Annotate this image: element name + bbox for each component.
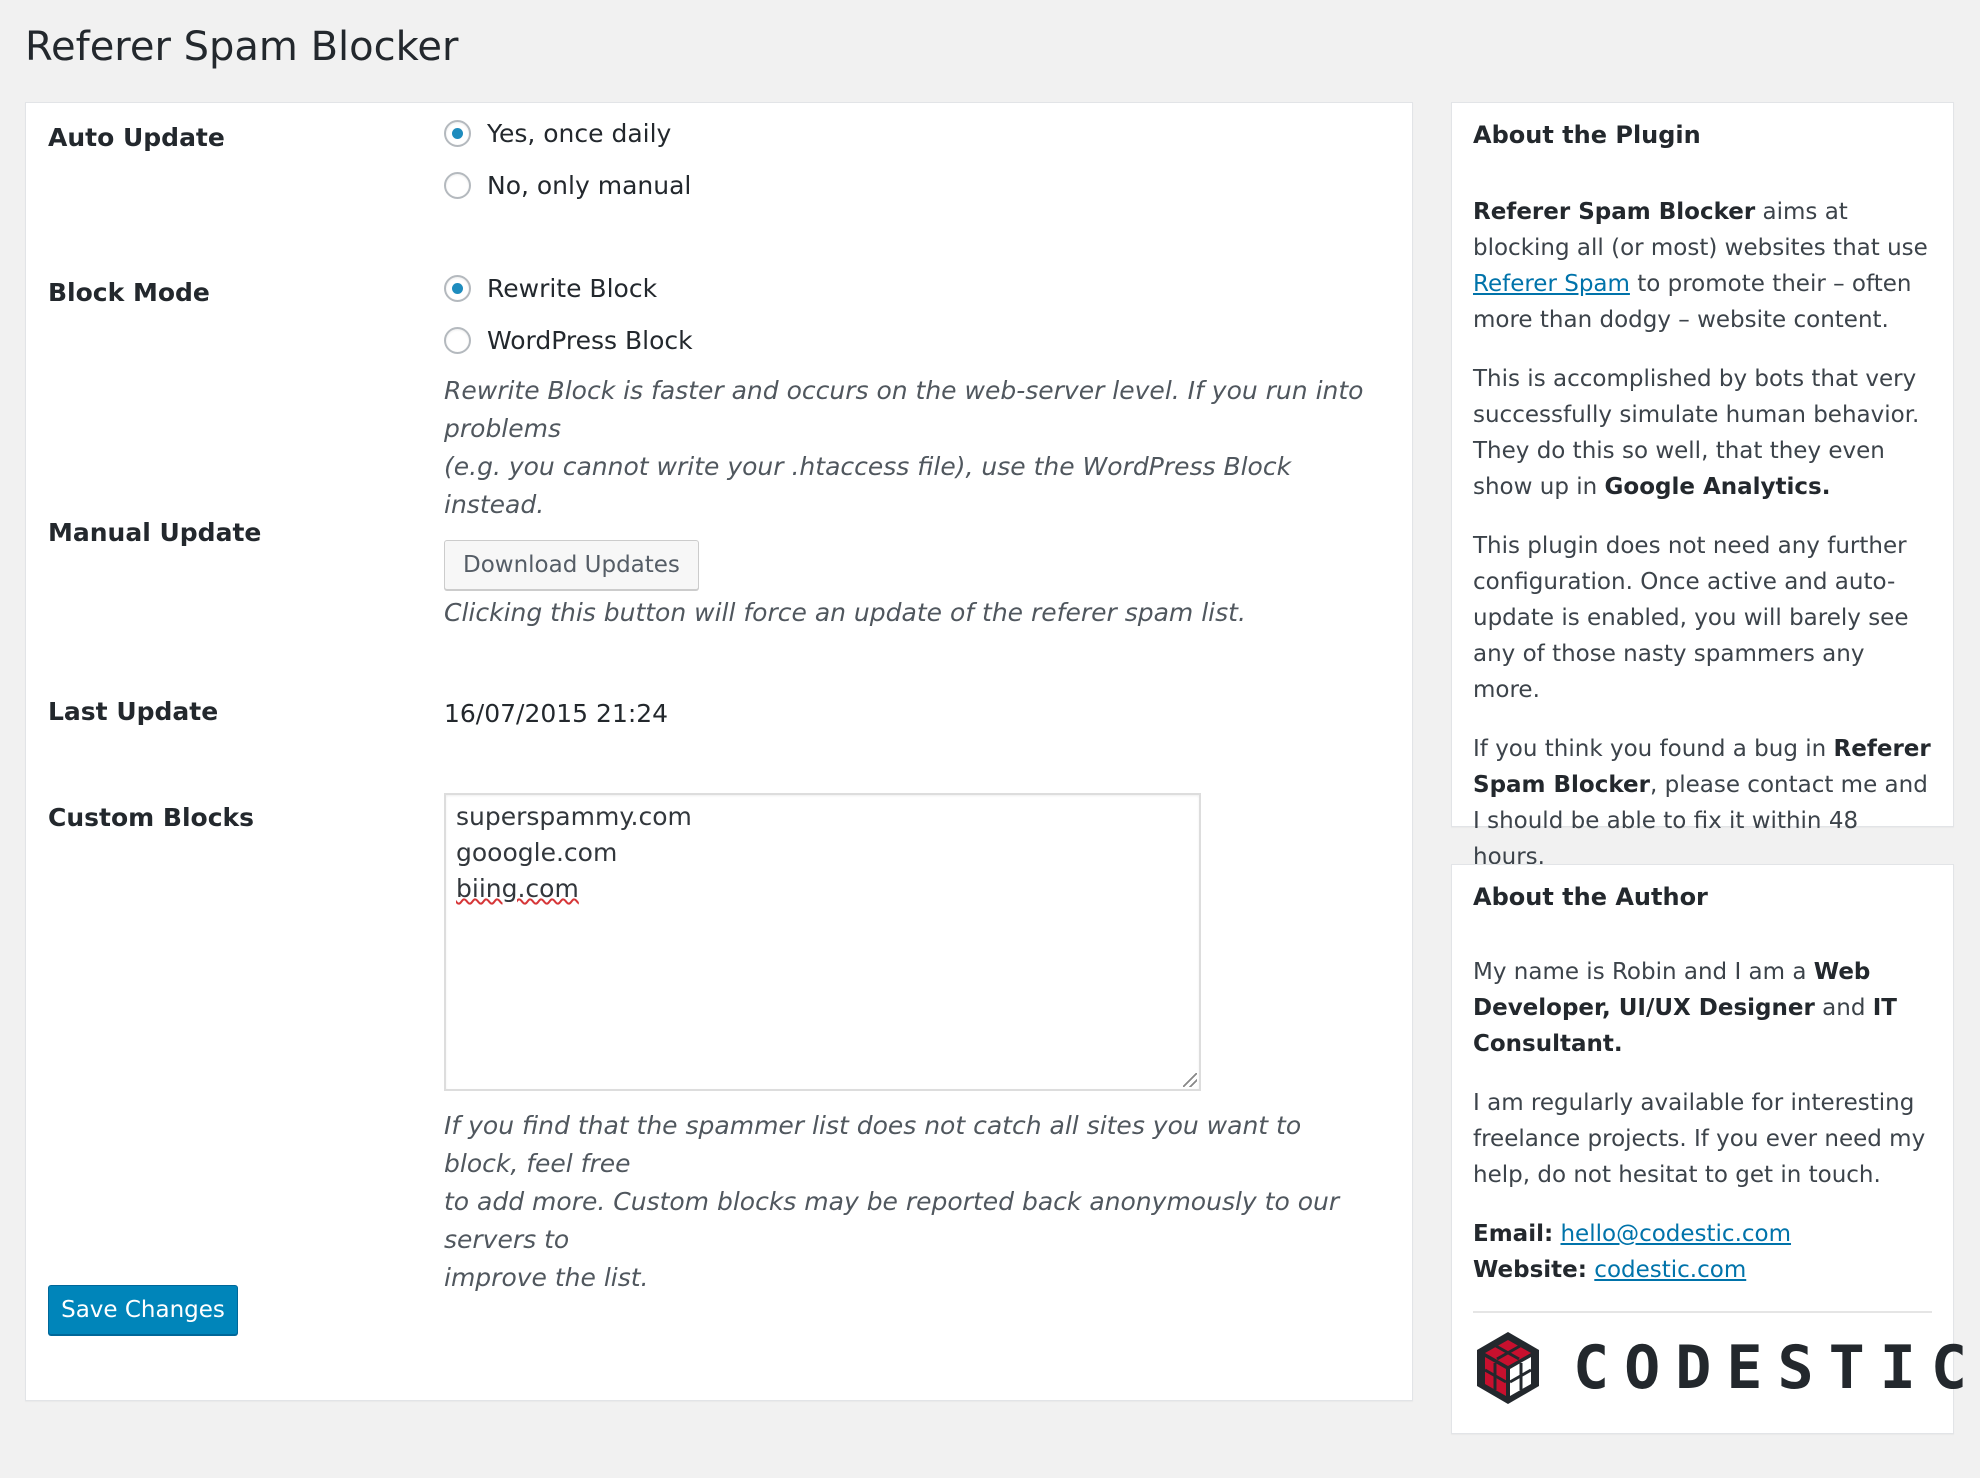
block-mode-radio-group: Rewrite Block WordPress Block Rewrite Bl… xyxy=(444,268,1372,524)
google-analytics-text: Google Analytics. xyxy=(1604,474,1831,500)
description-line: improve the list. xyxy=(444,1263,649,1292)
about-plugin-paragraph: If you think you found a bug in Referer … xyxy=(1473,731,1935,875)
website-label: Website: xyxy=(1473,1257,1587,1283)
about-author-paragraph: My name is Robin and I am a Web Develope… xyxy=(1473,954,1935,1062)
radio-label: Yes, once daily xyxy=(487,118,672,148)
divider xyxy=(1473,1311,1932,1313)
about-plugin-paragraph: This plugin does not need any further co… xyxy=(1473,533,1909,703)
about-plugin-box: About the Plugin Referer Spam Blocker ai… xyxy=(1451,102,1954,870)
custom-blocks-label: Custom Blocks xyxy=(48,803,255,832)
textarea-line: gooogle.com xyxy=(456,838,618,867)
download-updates-button[interactable]: Download Updates xyxy=(444,540,699,590)
text: My name is Robin and I am a xyxy=(1473,959,1814,985)
contact-info: Email: hello@codestic.com Website: codes… xyxy=(1473,1216,1935,1288)
radio-checked-icon[interactable] xyxy=(444,119,471,147)
email-link[interactable]: hello@codestic.com xyxy=(1560,1221,1791,1247)
save-changes-button[interactable]: Save Changes xyxy=(48,1285,238,1335)
manual-update-label: Manual Update xyxy=(48,518,262,547)
radio-unchecked-icon[interactable] xyxy=(444,171,471,199)
referer-spam-link[interactable]: Referer Spam xyxy=(1473,271,1630,297)
website-link[interactable]: codestic.com xyxy=(1594,1257,1746,1283)
plugin-name: Referer Spam Blocker xyxy=(1473,199,1756,225)
codestic-logo: CODESTIC xyxy=(1473,1330,1980,1406)
settings-panel: Auto Update Yes, once daily No, only man… xyxy=(25,102,1413,1401)
about-author-title: About the Author xyxy=(1473,883,1708,911)
auto-update-radio-group: Yes, once daily No, only manual xyxy=(444,113,1372,217)
textarea-line: superspammy.com xyxy=(456,802,692,831)
description-line: Rewrite Block is faster and occurs on th… xyxy=(444,376,1364,443)
about-plugin-body: Referer Spam Blocker aims at blocking al… xyxy=(1473,194,1935,898)
about-plugin-title: About the Plugin xyxy=(1473,121,1701,149)
radio-checked-icon[interactable] xyxy=(444,274,471,302)
manual-update-field: Download Updates Clicking this button wi… xyxy=(444,540,1372,632)
auto-update-option-daily[interactable]: Yes, once daily xyxy=(444,113,1372,153)
page-title: Referer Spam Blocker xyxy=(25,24,459,70)
about-author-body: My name is Robin and I am a Web Develope… xyxy=(1473,954,1935,1288)
description-line: (e.g. you cannot write your .htaccess fi… xyxy=(444,452,1292,519)
description-line: to add more. Custom blocks may be report… xyxy=(444,1187,1340,1254)
custom-blocks-field: superspammy.com gooogle.com biing.com If… xyxy=(444,793,1372,1297)
last-update-value: 16/07/2015 21:24 xyxy=(444,699,669,728)
resize-grip-icon[interactable] xyxy=(1183,1073,1197,1087)
text: If you think you found a bug in xyxy=(1473,736,1834,762)
block-mode-option-rewrite[interactable]: Rewrite Block xyxy=(444,268,1372,308)
radio-label: WordPress Block xyxy=(487,325,693,355)
block-mode-description: Rewrite Block is faster and occurs on th… xyxy=(444,372,1372,524)
radio-label: No, only manual xyxy=(487,170,692,200)
custom-blocks-textarea[interactable]: superspammy.com gooogle.com biing.com xyxy=(444,793,1201,1091)
about-plugin-paragraph: Referer Spam Blocker aims at blocking al… xyxy=(1473,194,1935,338)
block-mode-option-wordpress[interactable]: WordPress Block xyxy=(444,320,1372,360)
last-update-label: Last Update xyxy=(48,697,219,726)
auto-update-label: Auto Update xyxy=(48,123,225,152)
about-plugin-paragraph: This is accomplished by bots that very s… xyxy=(1473,361,1935,505)
about-author-box: About the Author My name is Robin and I … xyxy=(1451,864,1967,1434)
block-mode-label: Block Mode xyxy=(48,278,210,307)
manual-update-description: Clicking this button will force an updat… xyxy=(444,598,1246,627)
radio-label: Rewrite Block xyxy=(487,273,658,303)
email-label: Email: xyxy=(1473,1221,1554,1247)
auto-update-option-manual[interactable]: No, only manual xyxy=(444,165,1372,205)
codestic-cube-icon xyxy=(1477,1332,1539,1404)
about-author-paragraph: I am regularly available for interesting… xyxy=(1473,1090,1926,1188)
text: and xyxy=(1814,995,1873,1021)
description-line: If you find that the spammer list does n… xyxy=(444,1111,1302,1178)
textarea-line-misspelled: biing.com xyxy=(456,874,579,903)
custom-blocks-description: If you find that the spammer list does n… xyxy=(444,1107,1372,1297)
radio-unchecked-icon[interactable] xyxy=(444,326,471,354)
codestic-logo-text: CODESTIC xyxy=(1573,1333,1980,1403)
